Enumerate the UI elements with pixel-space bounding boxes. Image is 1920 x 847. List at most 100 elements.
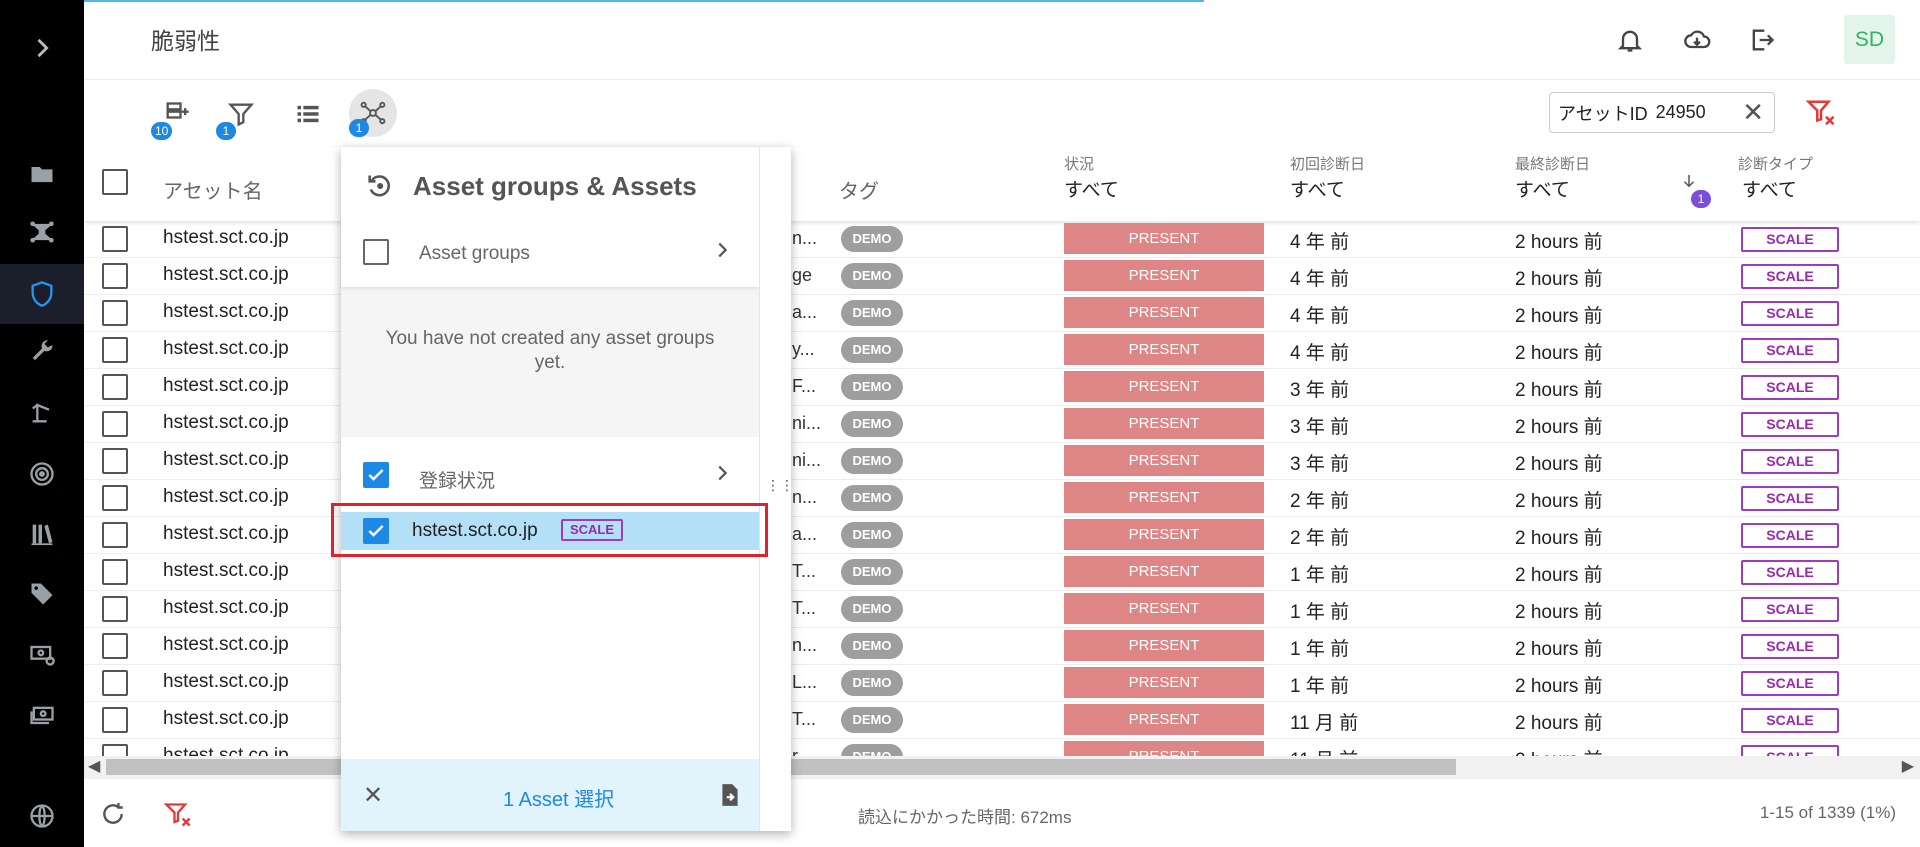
last-scan-cell: 2 hours 前	[1515, 745, 1603, 756]
scan-type-badge: SCALE	[1741, 338, 1839, 363]
row-checkbox[interactable]	[102, 337, 128, 363]
asset-id-filter-chip[interactable]: アセットID 24950 ✕	[1549, 92, 1775, 133]
row-checkbox[interactable]	[102, 374, 128, 400]
scroll-left-arrow-icon[interactable]: ◀	[88, 756, 100, 778]
avatar[interactable]: SD	[1844, 15, 1895, 64]
list-view-icon[interactable]	[286, 92, 330, 136]
asset-name-cell[interactable]: hstest.sct.co.jp	[163, 486, 289, 508]
asset-name-cell[interactable]: hstest.sct.co.jp	[163, 523, 289, 545]
row-checkbox[interactable]	[102, 744, 128, 756]
asset-id-label: アセットID	[1558, 103, 1648, 124]
chevron-right-icon[interactable]	[711, 239, 733, 266]
row-checkbox[interactable]	[102, 633, 128, 659]
scan-type-badge: SCALE	[1741, 449, 1839, 474]
logout-icon[interactable]	[1746, 24, 1778, 56]
scan-type-badge: SCALE	[1741, 523, 1839, 548]
last-scan-cell: 2 hours 前	[1515, 454, 1603, 475]
money-settings-icon[interactable]	[0, 624, 84, 684]
refresh-icon[interactable]	[100, 801, 126, 832]
row-checkbox[interactable]	[102, 448, 128, 474]
asset-name-cell[interactable]: hstest.sct.co.jp	[163, 745, 289, 756]
row-checkbox[interactable]	[102, 670, 128, 696]
first-scan-cell: 1 年 前	[1290, 565, 1350, 586]
scroll-right-arrow-icon[interactable]: ▶	[1902, 756, 1914, 778]
tag-text-cell: n...	[792, 635, 818, 655]
scan-type-badge: SCALE	[1741, 301, 1839, 326]
row-checkbox[interactable]	[102, 522, 128, 548]
clear-filters-footer-icon[interactable]	[163, 801, 192, 834]
status-badge: PRESENT	[1064, 741, 1264, 756]
status-badge: PRESENT	[1064, 297, 1264, 328]
first-scan-cell: 2 年 前	[1290, 528, 1350, 549]
status-group-row[interactable]: 登録状況	[341, 442, 759, 510]
row-checkbox[interactable]	[102, 411, 128, 437]
asset-name-cell[interactable]: hstest.sct.co.jp	[163, 708, 289, 730]
file-export-icon[interactable]	[717, 781, 743, 814]
first-scan-filter-value[interactable]: すべて	[1290, 175, 1345, 202]
tag-chip: DEMO	[841, 263, 903, 289]
status-badge: PRESENT	[1064, 519, 1264, 550]
asset-name-cell[interactable]: hstest.sct.co.jp	[163, 560, 289, 582]
close-icon[interactable]: ✕	[363, 781, 383, 810]
chevron-right-icon[interactable]	[711, 462, 733, 489]
add-asset-icon[interactable]: 10	[151, 92, 199, 140]
row-checkbox[interactable]	[102, 226, 128, 252]
status-badge: PRESENT	[1064, 371, 1264, 402]
clear-filter-icon[interactable]	[1805, 98, 1836, 133]
asset-groups-row[interactable]: Asset groups	[341, 217, 759, 287]
network-icon[interactable]	[0, 202, 84, 262]
wrench-icon[interactable]	[0, 322, 84, 382]
asset-name-cell[interactable]: hstest.sct.co.jp	[163, 412, 289, 434]
tag-header[interactable]: タグ	[839, 175, 879, 204]
row-checkbox[interactable]	[102, 485, 128, 511]
row-checkbox[interactable]	[102, 596, 128, 622]
scan-type-badge: SCALE	[1741, 486, 1839, 511]
scan-type-header-label: 診断タイプ	[1738, 156, 1814, 173]
row-checkbox[interactable]	[102, 559, 128, 585]
asset-name-cell[interactable]: hstest.sct.co.jp	[163, 264, 289, 286]
row-checkbox[interactable]	[102, 707, 128, 733]
close-icon[interactable]: ✕	[1742, 99, 1764, 125]
selection-count[interactable]: 1 Asset 選択	[503, 783, 614, 812]
asset-groups-icon[interactable]: 1	[349, 89, 397, 137]
target-icon[interactable]	[0, 444, 84, 504]
library-icon[interactable]	[0, 504, 84, 564]
asset-groups-checkbox[interactable]	[363, 239, 389, 265]
folder-icon[interactable]	[0, 144, 84, 204]
shield-icon[interactable]	[0, 264, 84, 324]
status-badge: PRESENT	[1064, 223, 1264, 254]
tag-chip: DEMO	[841, 300, 903, 326]
crane-icon[interactable]	[0, 382, 84, 442]
asset-name-cell[interactable]: hstest.sct.co.jp	[163, 227, 289, 249]
asset-name-cell[interactable]: hstest.sct.co.jp	[163, 301, 289, 323]
tag-chip: DEMO	[841, 670, 903, 696]
cloud-download-icon[interactable]	[1681, 24, 1713, 56]
filter-icon[interactable]: 1	[216, 92, 263, 140]
tag-icon[interactable]	[0, 564, 84, 624]
globe-icon[interactable]	[0, 786, 84, 846]
status-filter-value[interactable]: すべて	[1064, 175, 1119, 202]
asset-name-cell[interactable]: hstest.sct.co.jp	[163, 634, 289, 656]
scan-type-filter-value[interactable]: すべて	[1742, 175, 1797, 202]
asset-name-cell[interactable]: hstest.sct.co.jp	[163, 338, 289, 360]
cash-icon[interactable]	[0, 686, 84, 746]
vertical-drag-handle-icon[interactable]: ⋮⋮	[766, 477, 794, 494]
row-checkbox[interactable]	[102, 263, 128, 289]
asset-name-cell[interactable]: hstest.sct.co.jp	[163, 375, 289, 397]
asset-name-cell[interactable]: hstest.sct.co.jp	[163, 597, 289, 619]
asset-name-cell[interactable]: hstest.sct.co.jp	[163, 671, 289, 693]
status-badge: PRESENT	[1064, 704, 1264, 735]
tag-chip: DEMO	[841, 522, 903, 548]
row-checkbox[interactable]	[102, 300, 128, 326]
tag-text-cell: T...	[792, 709, 817, 729]
status-group-checkbox[interactable]	[363, 462, 389, 488]
expand-icon[interactable]	[0, 18, 84, 78]
reset-icon[interactable]	[365, 172, 393, 205]
select-all-checkbox[interactable]	[102, 169, 128, 195]
last-scan-filter-value[interactable]: すべて	[1515, 175, 1570, 202]
asset-name-header[interactable]: アセット名	[163, 175, 263, 204]
asset-name-cell[interactable]: hstest.sct.co.jp	[163, 449, 289, 471]
bell-icon[interactable]	[1614, 24, 1646, 56]
first-scan-cell: 1 年 前	[1290, 639, 1350, 660]
status-badge: PRESENT	[1064, 667, 1264, 698]
